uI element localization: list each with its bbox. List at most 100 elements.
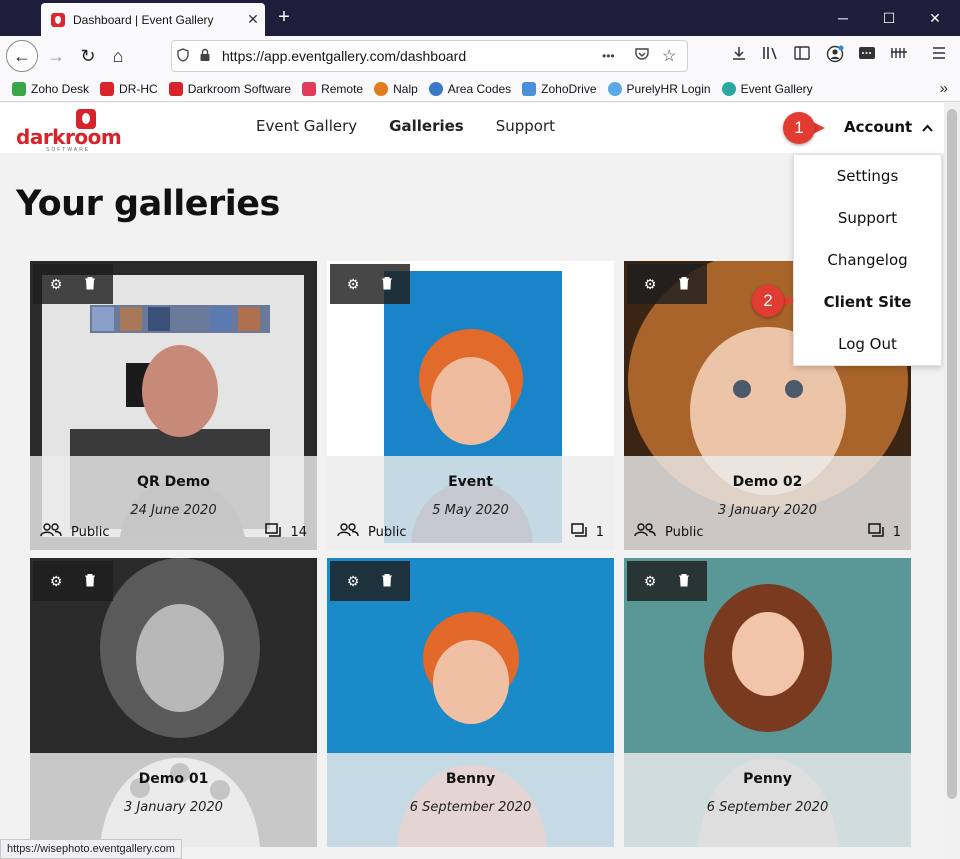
photo-count-value: 1 (892, 524, 901, 540)
bookmark-label: Remote (321, 81, 364, 96)
visibility-label: Public (71, 524, 110, 540)
gallery-card-event[interactable]: ⚙ Event 5 May 2020 Public 1 (327, 261, 614, 550)
sidebar-icon[interactable] (791, 45, 813, 67)
trash-icon[interactable] (678, 276, 690, 293)
bookmark-item[interactable]: Event Gallery (721, 81, 813, 96)
bookmark-label: Zoho Desk (31, 81, 90, 96)
users-icon (40, 523, 62, 541)
menu-hamburger-icon[interactable] (928, 45, 950, 67)
gallery-name: Event (448, 474, 493, 490)
bookmarks-toolbar: Zoho Desk DR-HC Darkroom Software Remote… (0, 76, 960, 102)
browser-navigation-bar: ← → ↻ ⌂ https://app.eventgallery.com/das… (0, 36, 960, 76)
bookmark-item[interactable]: Darkroom Software (168, 81, 291, 96)
bookmark-label: PurelyHR Login (626, 81, 711, 96)
callout-number: 2 (752, 285, 784, 317)
page-title: Your galleries (16, 184, 280, 224)
url-bar[interactable]: https://app.eventgallery.com/dashboard •… (171, 40, 688, 72)
gear-icon[interactable]: ⚙ (347, 573, 360, 590)
gear-icon[interactable]: ⚙ (347, 276, 360, 293)
bookmark-item[interactable]: DR-HC (100, 81, 158, 96)
bookmark-favicon-icon (428, 81, 443, 96)
account-menu-button[interactable]: Account (844, 118, 933, 136)
bookmark-item[interactable]: Nalp (374, 81, 418, 96)
card-actions: ⚙ (627, 264, 707, 304)
gear-icon[interactable]: ⚙ (50, 573, 63, 590)
reload-icon: ↻ (80, 45, 96, 66)
page-actions-icon[interactable]: ••• (602, 49, 615, 63)
bookmark-item[interactable]: ZohoDrive (522, 81, 597, 96)
back-arrow-icon: ← (13, 45, 31, 66)
callout-number: 1 (783, 112, 815, 144)
forward-button[interactable]: → (40, 40, 72, 72)
home-icon: ⌂ (112, 45, 124, 66)
scrollbar-thumb[interactable] (947, 109, 957, 799)
bookmark-star-icon[interactable]: ☆ (662, 46, 676, 66)
gallery-card-penny[interactable]: ⚙ Penny 6 September 2020 (624, 558, 911, 847)
bookmark-item[interactable]: PurelyHR Login (607, 81, 711, 96)
shield-icon[interactable] (172, 47, 194, 65)
trash-icon[interactable] (381, 573, 393, 590)
extension-icon[interactable] (888, 45, 910, 67)
card-info: Demo 01 3 January 2020 (30, 753, 317, 847)
menu-item-settings[interactable]: Settings (794, 167, 941, 185)
bookmark-favicon-icon (100, 81, 115, 96)
card-info: QR Demo 24 June 2020 Public 14 (30, 456, 317, 550)
minimize-window-button[interactable]: ─ (820, 6, 866, 30)
gear-icon[interactable]: ⚙ (644, 573, 657, 590)
bookmark-item[interactable]: Area Codes (428, 81, 511, 96)
password-manager-icon[interactable] (856, 45, 878, 67)
bookmark-item[interactable]: Zoho Desk (12, 81, 90, 96)
trash-icon[interactable] (678, 573, 690, 590)
menu-item-log-out[interactable]: Log Out (794, 335, 941, 353)
card-info: Demo 02 3 January 2020 Public 1 (624, 456, 911, 550)
lock-icon[interactable] (194, 48, 216, 65)
menu-item-client-site[interactable]: Client Site (794, 293, 941, 311)
photo-count: 1 (867, 523, 901, 541)
chevron-up-icon (918, 122, 933, 135)
nav-support[interactable]: Support (496, 117, 555, 135)
gallery-card-demo-01[interactable]: ⚙ Demo 01 3 January 2020 (30, 558, 317, 847)
logo-text: darkroom (16, 125, 122, 149)
account-avatar-icon[interactable] (824, 45, 846, 67)
photos-stack-icon (867, 523, 884, 541)
home-button[interactable]: ⌂ (102, 40, 134, 72)
pocket-icon[interactable] (634, 46, 650, 67)
photo-count-value: 1 (595, 524, 604, 540)
gear-icon[interactable]: ⚙ (644, 276, 657, 293)
trash-icon[interactable] (381, 276, 393, 293)
menu-item-changelog[interactable]: Changelog (794, 251, 941, 269)
menu-item-support[interactable]: Support (794, 209, 941, 227)
bookmark-favicon-icon (374, 81, 389, 96)
gear-icon[interactable]: ⚙ (50, 276, 63, 293)
browser-tab-dashboard[interactable]: Dashboard | Event Gallery ✕ (41, 3, 265, 36)
gallery-card-qr-demo[interactable]: ⚙ QR Demo 24 June 2020 Public 14 (30, 261, 317, 550)
trash-icon[interactable] (84, 276, 96, 293)
bookmark-label: ZohoDrive (541, 81, 597, 96)
gallery-card-benny[interactable]: ⚙ Benny 6 September 2020 (327, 558, 614, 847)
back-button[interactable]: ← (6, 40, 38, 72)
close-tab-icon[interactable]: ✕ (241, 11, 265, 28)
bookmark-label: Nalp (393, 81, 418, 96)
darkroom-logo[interactable]: darkroom SOFTWARE (16, 109, 122, 153)
downloads-icon[interactable] (728, 45, 750, 67)
status-bar-url: https://wisephoto.eventgallery.com (0, 839, 182, 859)
bookmark-favicon-icon (721, 81, 736, 96)
forward-arrow-icon: → (47, 45, 65, 66)
maximize-window-button[interactable]: ☐ (866, 6, 912, 30)
nav-galleries[interactable]: Galleries (389, 117, 464, 135)
library-icon[interactable] (760, 45, 782, 67)
bookmark-favicon-icon (302, 81, 317, 96)
bookmark-item[interactable]: Remote (302, 81, 364, 96)
bookmarks-overflow-button[interactable]: » (940, 80, 948, 97)
close-window-button[interactable]: ✕ (912, 6, 958, 30)
page-scrollbar[interactable] (944, 103, 960, 859)
card-actions: ⚙ (330, 561, 410, 601)
nav-event-gallery[interactable]: Event Gallery (256, 117, 357, 135)
bookmark-favicon-icon (607, 81, 622, 96)
trash-icon[interactable] (84, 573, 96, 590)
reload-button[interactable]: ↻ (72, 40, 104, 72)
bookmark-favicon-icon (522, 81, 537, 96)
new-tab-button[interactable]: + (272, 6, 296, 29)
tab-title: Dashboard | Event Gallery (73, 12, 214, 27)
gallery-date: 5 May 2020 (432, 503, 509, 518)
